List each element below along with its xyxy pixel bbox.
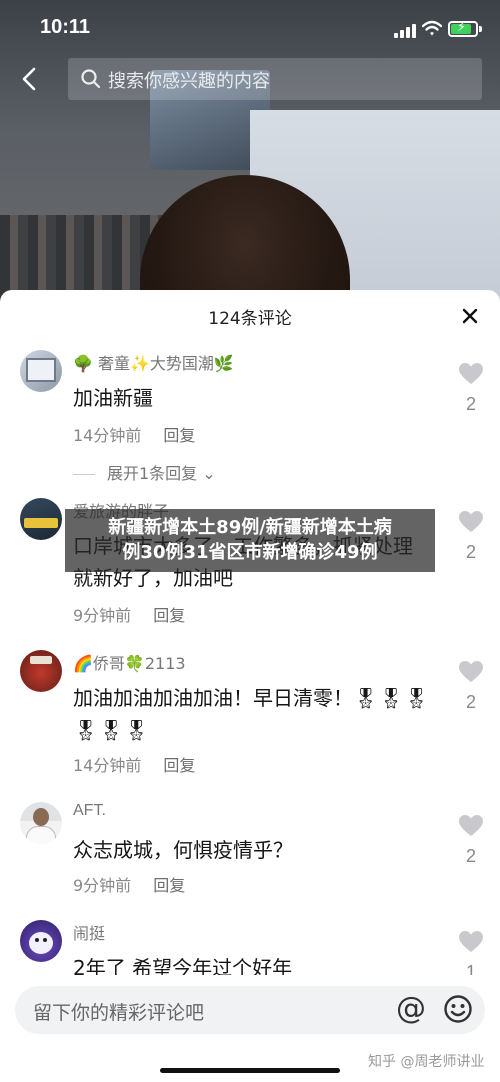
like-count: 2 (465, 692, 476, 712)
comment-username[interactable]: 闹挺 (73, 920, 105, 944)
search-placeholder: 搜索你感兴趣的内容 (108, 71, 270, 92)
comment-username[interactable]: 🌈侨哥🍀2113 (73, 650, 186, 674)
comment-input[interactable]: 留下你的精彩评论吧 @ (15, 986, 485, 1034)
wifi-icon (422, 20, 442, 36)
like-button[interactable]: 2 (456, 510, 486, 563)
heart-icon (459, 661, 483, 682)
reply-button[interactable]: 回复 (153, 606, 185, 625)
headline-line-1: 新疆新增本土89例/新疆新增本土病 (108, 517, 392, 538)
search-icon (81, 69, 101, 89)
news-headline-overlay: 新疆新增本土89例/新疆新增本土病 例30例31省区市新增确诊49例 (65, 509, 435, 572)
heart-icon (459, 931, 483, 952)
like-button[interactable]: 2 (456, 362, 486, 415)
comment-input-bar: 留下你的精彩评论吧 @ 知乎 @周老师讲业 (0, 975, 500, 1082)
comment-time: 9分钟前 (73, 876, 132, 895)
comment-text: 加油新疆 (73, 386, 153, 410)
comment-item: 🌳 奢童✨大势国潮🌿 加油新疆 14分钟前 回复 展开1条回复 ⌄ 2 (0, 350, 500, 490)
expand-replies-label: 展开1条回复 (107, 464, 198, 483)
like-button[interactable]: 2 (456, 660, 486, 713)
avatar[interactable] (20, 802, 62, 844)
headline-line-2: 例30例31省区市新增确诊49例 (122, 542, 378, 563)
like-count: 2 (465, 846, 476, 866)
battery-icon: ⚡ (448, 20, 478, 37)
battery-cap (479, 26, 482, 32)
comment-username[interactable]: AFT. (73, 802, 106, 820)
avatar[interactable] (20, 350, 62, 392)
signal-icon (394, 24, 418, 38)
comment-time: 9分钟前 (73, 606, 132, 625)
avatar[interactable] (20, 920, 62, 962)
like-count: 2 (465, 542, 476, 562)
comment-meta: 14分钟前 回复 (73, 752, 195, 776)
comment-item: AFT. 众志成城，何惧疫情乎？ 9分钟前 回复 2 (0, 802, 500, 902)
like-count: 2 (465, 394, 476, 414)
comment-text: 加油加油加油加油！早日清零！🎖🎖🎖🎖🎖🎖 (73, 686, 430, 742)
heart-icon (459, 815, 483, 836)
avatar[interactable] (20, 498, 62, 540)
comment-time: 14分钟前 (73, 426, 142, 445)
at-mention-icon[interactable]: @ (395, 993, 427, 1025)
home-indicator[interactable] (160, 1068, 340, 1073)
status-time: 10:11 (40, 16, 91, 38)
heart-icon (459, 511, 483, 532)
reply-button[interactable]: 回复 (163, 426, 195, 445)
comment-sheet: 124条评论 🌳 奢童✨大势国潮🌿 加油新疆 14分钟前 回复 展开1条回复 ⌄ … (0, 290, 500, 1082)
search-input[interactable]: 搜索你感兴趣的内容 (68, 58, 482, 100)
reply-button[interactable]: 回复 (153, 876, 185, 895)
comment-item: 🌈侨哥🍀2113 加油加油加油加油！早日清零！🎖🎖🎖🎖🎖🎖 14分钟前 回复 2 (0, 650, 500, 780)
status-bar: 10:11 ⚡ (0, 0, 500, 58)
heart-icon (459, 363, 483, 384)
comment-meta: 14分钟前 回复 (73, 422, 195, 446)
comment-username[interactable]: 🌳 奢童✨大势国潮🌿 (73, 350, 234, 374)
reply-button[interactable]: 回复 (163, 756, 195, 775)
like-button[interactable]: 2 (456, 814, 486, 867)
expand-replies-button[interactable]: 展开1条回复 ⌄ (73, 460, 216, 484)
comment-input-placeholder: 留下你的精彩评论吧 (33, 1002, 205, 1024)
comment-time: 14分钟前 (73, 756, 142, 775)
emoji-icon[interactable] (443, 994, 473, 1024)
chevron-down-icon: ⌄ (197, 464, 216, 483)
watermark: 知乎 @周老师讲业 (368, 1054, 485, 1070)
back-arrow-icon[interactable] (16, 64, 42, 94)
close-icon[interactable] (458, 304, 482, 328)
avatar[interactable] (20, 650, 62, 692)
comment-count-title: 124条评论 (208, 309, 292, 329)
comment-meta: 9分钟前 回复 (73, 872, 185, 896)
comment-meta: 9分钟前 回复 (73, 602, 185, 626)
comment-text: 众志成城，何惧疫情乎？ (73, 838, 293, 862)
